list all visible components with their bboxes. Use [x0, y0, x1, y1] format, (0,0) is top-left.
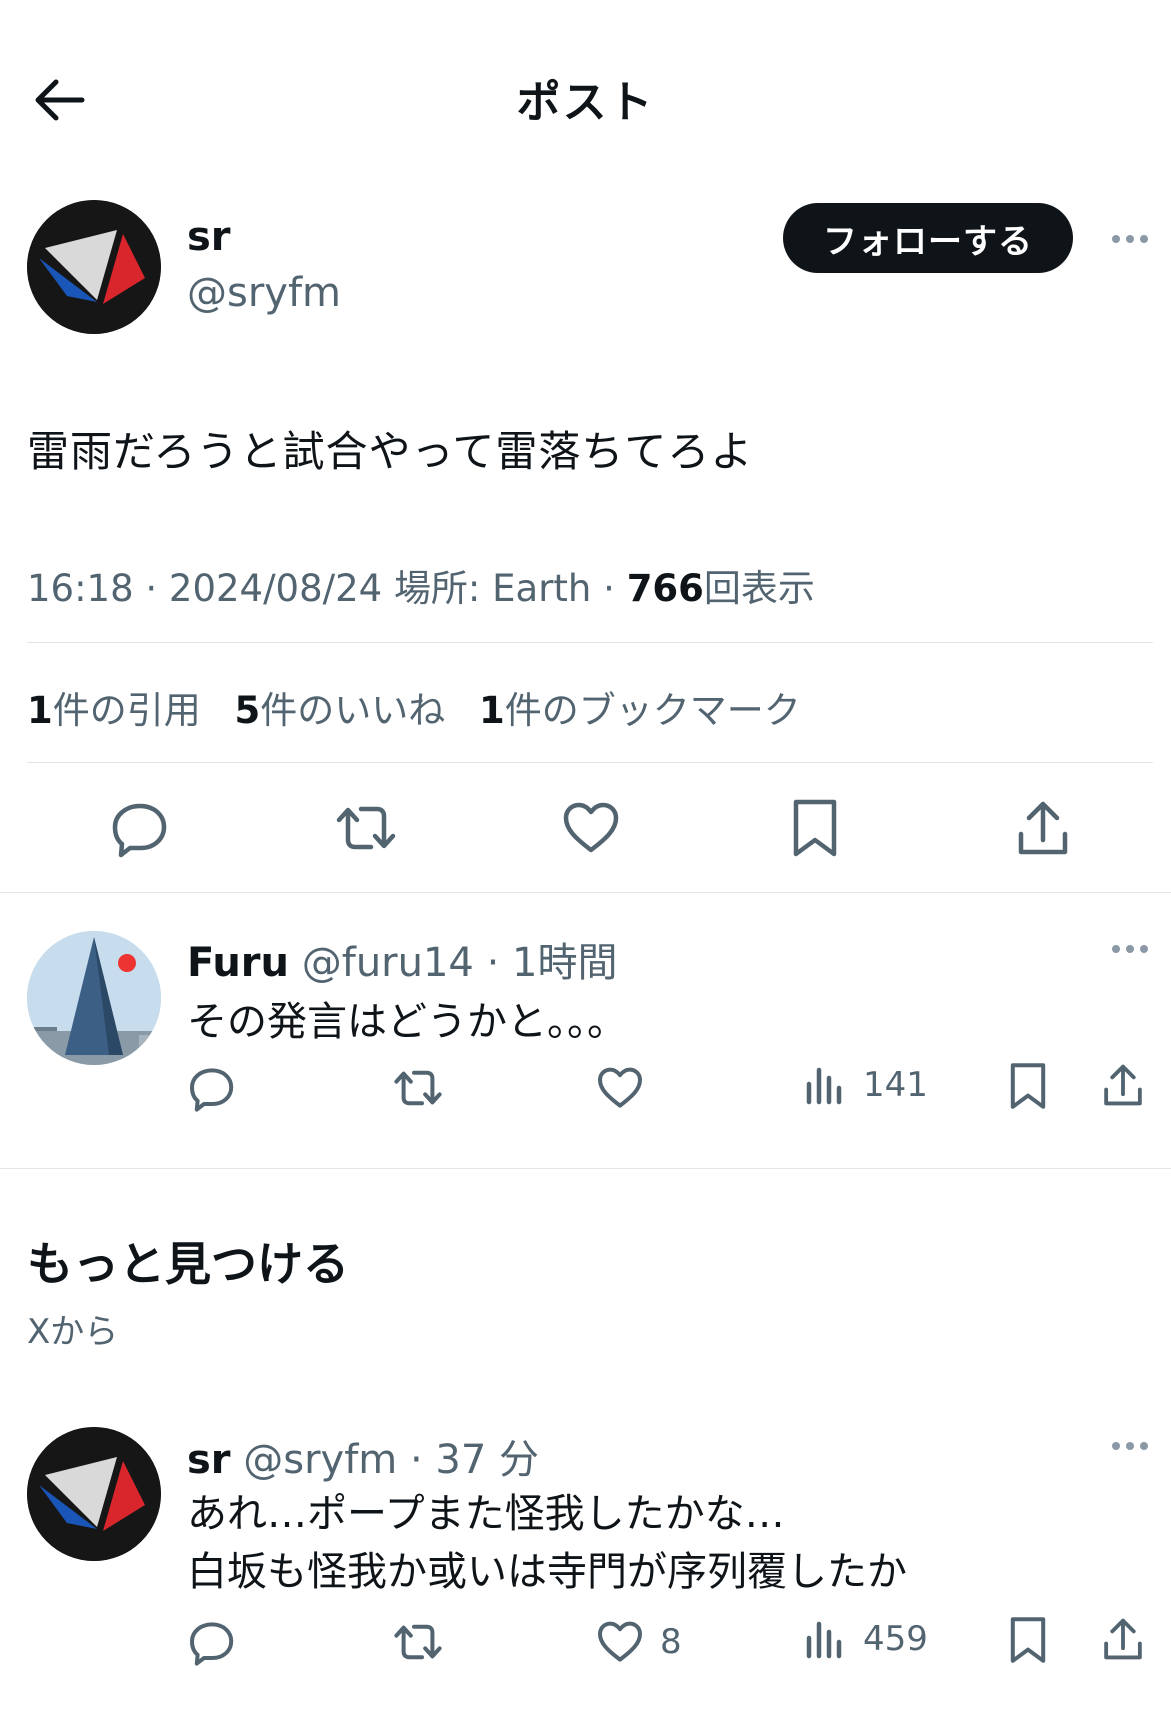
- analytics-icon: [806, 1067, 842, 1105]
- reply-like-button[interactable]: [596, 1064, 644, 1112]
- related-header: sr @sryfm · 37 分: [187, 1427, 539, 1485]
- reply-icon: [190, 1622, 234, 1666]
- share-icon: [1104, 1064, 1142, 1106]
- quote-stat[interactable]: 1件の引用: [27, 689, 201, 732]
- related-like-button[interactable]: 8: [596, 1618, 682, 1666]
- bookmark-stat[interactable]: 1件のブックマーク: [479, 689, 801, 732]
- repost-icon: [394, 1070, 442, 1106]
- share-icon: [1104, 1618, 1142, 1660]
- related-views-count: 459: [863, 1619, 928, 1659]
- bookmark-icon: [793, 799, 837, 857]
- reply-avatar[interactable]: [27, 931, 161, 1065]
- post-text: 雷雨だろうと試合やって雷落ちてろよ: [27, 427, 754, 476]
- discover-title: もっと見つける: [27, 1237, 349, 1291]
- more-options-icon[interactable]: [1112, 235, 1148, 243]
- bookmark-icon: [1010, 1617, 1046, 1663]
- reply-repost-button[interactable]: [391, 1064, 445, 1112]
- related-avatar[interactable]: [27, 1427, 161, 1561]
- bookmark-icon: [1010, 1063, 1046, 1109]
- reply-more-options-icon[interactable]: [1112, 945, 1148, 953]
- avatar[interactable]: [27, 200, 161, 334]
- page-title: ポスト: [516, 77, 655, 128]
- building-photo-icon: [27, 931, 161, 1065]
- discover-subtitle: Xから: [27, 1312, 119, 1352]
- reply-views-count: 141: [863, 1065, 928, 1105]
- related-text: あれ…ポープまた怪我したかな… 白坂も怪我か或いは寺門が序列覆したか: [187, 1485, 907, 1601]
- reply-icon: [112, 803, 167, 858]
- share-icon: [1018, 801, 1068, 855]
- reply-text: その発言はどうかと。。。: [187, 999, 627, 1045]
- related-author-name[interactable]: sr: [187, 1437, 231, 1483]
- logo-avatar-icon: [27, 200, 161, 334]
- reply-time[interactable]: · 1時間: [487, 940, 618, 986]
- section-divider: [0, 892, 1171, 893]
- reply-bookmark-button[interactable]: [1008, 1060, 1048, 1112]
- post-meta: 16:18 · 2024/08/24 場所: Earth · 766回表示: [27, 558, 815, 612]
- related-like-count: 8: [660, 1622, 682, 1662]
- reply-author-name[interactable]: Furu: [187, 940, 289, 986]
- related-time[interactable]: · 37 分: [410, 1437, 539, 1483]
- like-stat[interactable]: 5件のいいね: [235, 689, 446, 732]
- related-repost-button[interactable]: [391, 1618, 445, 1666]
- related-share-button[interactable]: [1100, 1614, 1146, 1664]
- post-time[interactable]: 16:18 · 2024/08/24: [27, 567, 382, 610]
- repost-button[interactable]: [333, 798, 399, 858]
- like-icon: [598, 1067, 642, 1108]
- logo-avatar-icon: [27, 1427, 161, 1561]
- post-location: 場所: Earth ·: [393, 567, 615, 610]
- views-label: 回表示: [703, 567, 815, 610]
- repost-icon: [336, 806, 396, 850]
- divider: [27, 642, 1153, 643]
- like-button[interactable]: [561, 798, 621, 858]
- analytics-icon: [806, 1621, 842, 1659]
- divider: [27, 762, 1153, 763]
- reply-header: Furu @furu14 · 1時間: [187, 930, 617, 988]
- repost-icon: [394, 1624, 442, 1660]
- share-button[interactable]: [1013, 796, 1073, 860]
- reply-button[interactable]: [110, 798, 170, 858]
- views-count: 766: [626, 567, 704, 610]
- related-bookmark-button[interactable]: [1008, 1614, 1048, 1666]
- author-handle[interactable]: @sryfm: [187, 270, 341, 316]
- related-more-options-icon[interactable]: [1112, 1442, 1148, 1450]
- like-icon: [563, 802, 619, 853]
- reply-icon: [190, 1068, 234, 1112]
- section-divider: [0, 1168, 1171, 1169]
- related-text-line: 白坂も怪我か或いは寺門が序列覆したか: [187, 1549, 907, 1595]
- reply-author-handle[interactable]: @furu14: [302, 940, 474, 986]
- post-stats: 1件の引用 5件のいいね 1件のブックマーク: [27, 680, 801, 734]
- reply-reply-button[interactable]: [188, 1064, 236, 1112]
- related-reply-button[interactable]: [188, 1618, 236, 1666]
- related-text-line: あれ…ポープまた怪我したかな…: [187, 1491, 785, 1537]
- related-views-button[interactable]: 459: [803, 1618, 928, 1660]
- author-name[interactable]: sr: [187, 214, 231, 260]
- follow-button[interactable]: フォローする: [783, 203, 1073, 273]
- related-author-handle[interactable]: @sryfm: [243, 1437, 397, 1483]
- reply-views-button[interactable]: 141: [803, 1064, 928, 1106]
- bookmark-button[interactable]: [790, 796, 840, 860]
- reply-share-button[interactable]: [1100, 1060, 1146, 1110]
- like-icon: [598, 1621, 642, 1662]
